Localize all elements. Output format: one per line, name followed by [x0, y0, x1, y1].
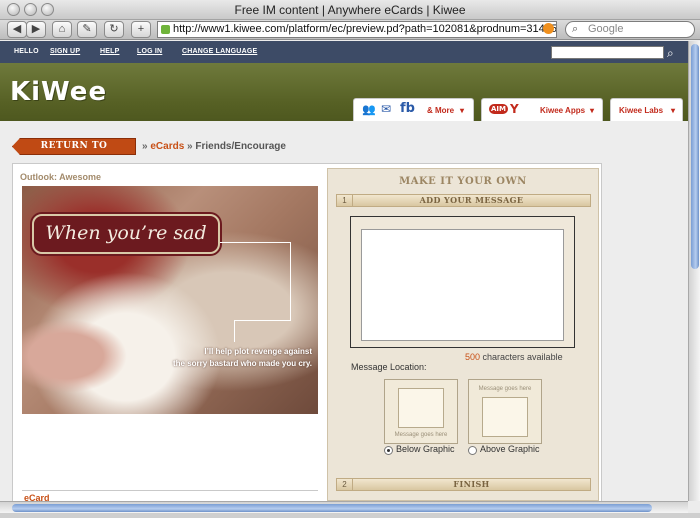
step-add-message-header[interactable]: 1 ADD YOUR MESSAGE — [336, 194, 591, 207]
step-label: ADD YOUR MESSAGE — [419, 195, 524, 205]
characters-available: 500 characters available — [465, 352, 563, 362]
nav-hello: HELLO — [14, 48, 39, 55]
address-bar[interactable]: http://www1.kiwee.com/platform/ec/previe… — [157, 21, 557, 38]
vertical-scrollbar[interactable] — [688, 41, 700, 501]
nav-help[interactable]: HELP — [100, 48, 119, 55]
kiwee-apps-label: Kiwee Apps — [540, 106, 586, 115]
breadcrumb: » eCards » Friends/Encourage — [142, 141, 286, 152]
kiwee-logo[interactable]: KiWee — [10, 77, 107, 107]
breadcrumb-separator: » — [187, 141, 193, 152]
nav-log-in[interactable]: LOG IN — [137, 48, 162, 55]
card-ornament-line — [234, 320, 291, 321]
above-graphic-label[interactable]: Above Graphic — [480, 444, 540, 454]
site-search-icon[interactable]: ⌕ — [667, 46, 681, 60]
reload-button[interactable]: ↻ — [104, 21, 124, 38]
yahoo-icon: Y — [510, 102, 519, 116]
more-tab-label: & More — [427, 106, 455, 115]
status-bar — [0, 513, 700, 518]
return-to-explore-button[interactable]: RETURN TO EXPLORE — [12, 138, 136, 155]
above-graphic-radio[interactable] — [468, 446, 477, 455]
message-preview-text: Message goes here — [478, 386, 532, 392]
search-placeholder: Google — [588, 23, 624, 35]
share-tab[interactable]: 👥 ✉ fb & More ▾ — [353, 98, 474, 121]
forward-button[interactable]: ▶ — [26, 21, 46, 38]
step-finish-header[interactable]: 2 FINISH — [336, 478, 591, 491]
card-ornament-line — [290, 242, 291, 320]
below-graphic-label[interactable]: Below Graphic — [396, 444, 455, 454]
site-header: KiWee 👥 ✉ fb & More ▾ AIM Y Kiwee Apps ▾… — [0, 63, 688, 121]
horizontal-scroll-thumb[interactable] — [12, 504, 652, 512]
nav-change-language[interactable]: CHANGE LANGUAGE — [182, 48, 257, 55]
characters-count: 500 — [465, 352, 481, 362]
breadcrumb-ecards-link[interactable]: eCards — [150, 141, 184, 152]
add-bookmark-button[interactable]: + — [131, 21, 151, 38]
address-text: http://www1.kiwee.com/platform/ec/previe… — [173, 23, 557, 35]
step-label: FINISH — [453, 479, 490, 489]
site-favicon-icon — [161, 25, 170, 34]
above-graphic-option[interactable]: Message goes here — [468, 379, 542, 444]
divider — [22, 490, 318, 491]
breadcrumb-current: Friends/Encourage — [195, 141, 286, 152]
kiwee-labs-label: Kiwee Labs — [619, 106, 664, 115]
people-icon: 👥 — [362, 103, 376, 116]
step-number: 2 — [337, 479, 353, 490]
edit-button[interactable]: ✎ — [77, 21, 97, 38]
chevron-down-icon: ▾ — [671, 106, 676, 115]
kiwee-labs-tab[interactable]: Kiwee Labs ▾ — [610, 98, 683, 121]
below-graphic-option[interactable]: Message goes here — [384, 379, 458, 444]
back-button[interactable]: ◀ — [7, 21, 27, 38]
card-banner-text: When you’re sad — [45, 222, 207, 244]
message-location-label: Message Location: — [351, 362, 427, 372]
aim-icon: AIM — [489, 104, 508, 114]
mail-icon: ✉ — [381, 102, 392, 116]
characters-text: characters available — [480, 352, 563, 362]
browser-window: Free IM content | Anywhere eCards | Kiwe… — [0, 0, 700, 518]
rss-icon[interactable] — [543, 23, 554, 34]
card-caption-line-2: the sorry bastard who made you cry. — [172, 359, 312, 368]
browser-toolbar: ◀ ▶ ⌂ ✎ ↻ + http://www1.kiwee.com/platfo… — [0, 20, 700, 40]
kiwee-apps-tab[interactable]: AIM Y Kiwee Apps ▾ — [481, 98, 603, 121]
card-ornament-line — [234, 320, 235, 342]
facebook-icon: fb — [400, 101, 415, 116]
message-preview-text: Message goes here — [394, 432, 448, 438]
home-button[interactable]: ⌂ — [52, 21, 72, 38]
card-caption: I’ll help plot revenge against the sorry… — [132, 346, 312, 370]
card-caption-line-1: I’ll help plot revenge against — [204, 347, 312, 356]
card-photo-detail — [22, 316, 132, 396]
search-icon: ⌕ — [572, 23, 579, 35]
graphic-placeholder — [398, 388, 444, 428]
site-top-nav: HELLO SIGN UP HELP LOG IN CHANGE LANGUAG… — [0, 41, 688, 63]
nav-sign-up[interactable]: SIGN UP — [50, 48, 80, 55]
step-number: 1 — [337, 195, 353, 206]
card-banner: When you’re sad — [32, 214, 220, 254]
below-graphic-radio[interactable] — [384, 446, 393, 455]
site-search-input[interactable] — [551, 46, 664, 59]
message-textarea[interactable] — [361, 229, 564, 341]
editor-title: MAKE IT YOUR OWN — [399, 176, 527, 187]
chevron-down-icon: ▾ — [590, 106, 595, 115]
search-field[interactable]: ⌕ Google — [565, 21, 695, 38]
window-title: Free IM content | Anywhere eCards | Kiwe… — [234, 3, 466, 17]
vertical-scroll-thumb[interactable] — [691, 44, 699, 269]
horizontal-scrollbar[interactable] — [0, 501, 688, 513]
breadcrumb-separator: » — [142, 141, 148, 152]
chevron-down-icon: ▾ — [460, 106, 465, 115]
ecard-image: When you’re sad I’ll help plot revenge a… — [22, 186, 318, 414]
title-bar: Free IM content | Anywhere eCards | Kiwe… — [0, 0, 700, 20]
outlook-label: Outlook: Awesome — [20, 172, 102, 182]
graphic-placeholder — [482, 397, 528, 437]
card-ornament-line — [220, 242, 290, 243]
